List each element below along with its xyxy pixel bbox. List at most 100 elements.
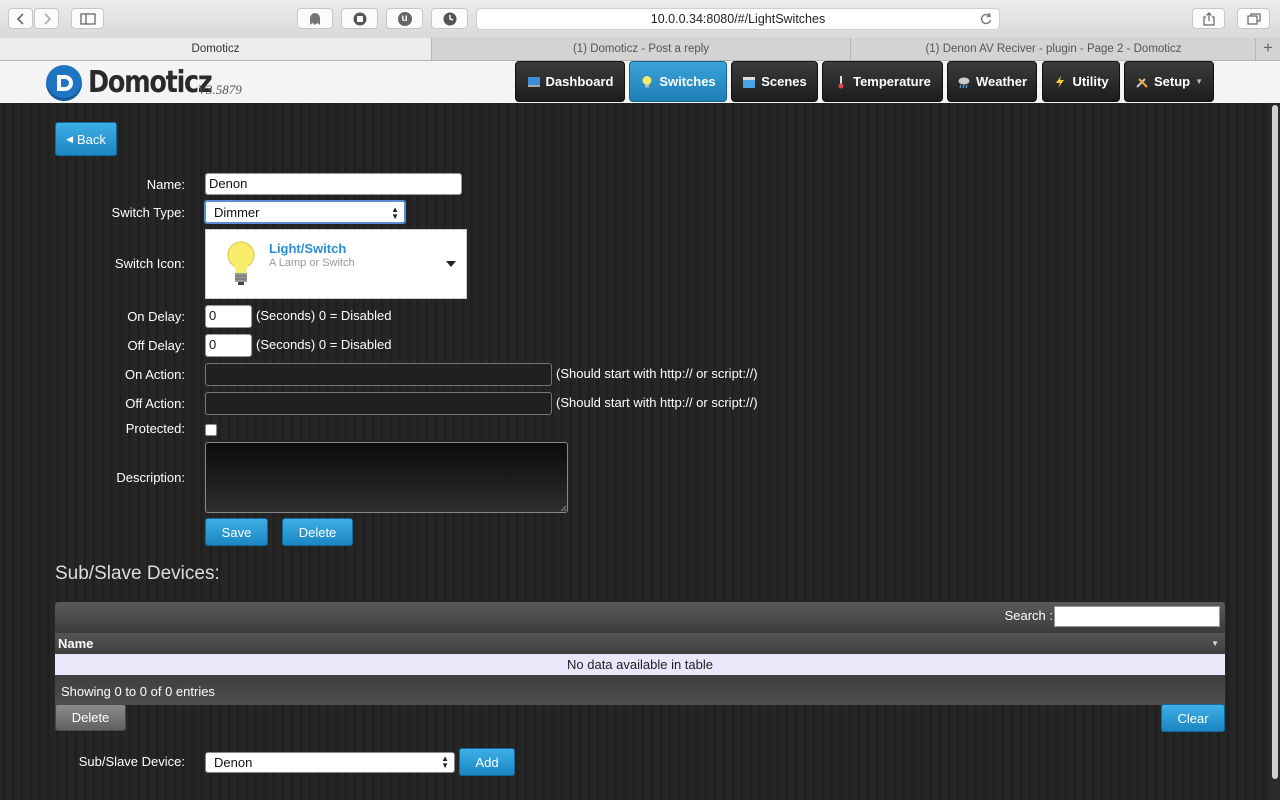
- nav-temperature[interactable]: Temperature: [822, 61, 943, 102]
- lightbulb-icon: [642, 75, 652, 87]
- hand-extension-button[interactable]: [341, 8, 378, 29]
- nav-utility[interactable]: Utility: [1042, 61, 1120, 102]
- switch-icon-picker[interactable]: Light/Switch A Lamp or Switch: [205, 229, 467, 299]
- description-label: Description:: [116, 470, 185, 485]
- browser-toolbar: u 10.0.0.34:8080/#/LightSwitches: [0, 0, 1280, 39]
- tab-overview-button[interactable]: [1237, 8, 1270, 29]
- off-delay-hint: (Seconds) 0 = Disabled: [256, 337, 392, 352]
- chevron-left-icon: [16, 12, 24, 25]
- search-input[interactable]: [1054, 606, 1220, 627]
- cloud-rain-icon: [958, 77, 970, 88]
- icon-subtitle: A Lamp or Switch: [269, 257, 355, 269]
- page-scrollbar[interactable]: [1270, 103, 1280, 800]
- off-delay-label: Off Delay:: [127, 338, 185, 353]
- column-name-label: Name: [58, 636, 94, 651]
- dashboard-icon: [527, 76, 540, 87]
- subdevice-label: Sub/Slave Device:: [78, 754, 185, 769]
- name-input[interactable]: Denon: [205, 173, 462, 195]
- domoticz-logo-icon: [46, 65, 82, 101]
- nav-label: Setup: [1153, 74, 1191, 89]
- tab-label: (1) Denon AV Reciver - plugin - Page 2 -…: [925, 43, 1182, 55]
- table-header-name[interactable]: Name ▼: [55, 633, 1225, 654]
- sidebar-toggle-button[interactable]: [71, 8, 104, 29]
- new-tab-button[interactable]: +: [1255, 38, 1280, 60]
- share-icon: [1202, 11, 1215, 26]
- ublock-icon: u: [397, 11, 412, 26]
- clapperboard-icon: [743, 76, 756, 88]
- search-label: Search :: [1004, 608, 1053, 623]
- sort-desc-icon: ▼: [1211, 639, 1219, 648]
- tab-domoticz[interactable]: Domoticz: [0, 38, 431, 60]
- select-arrows-icon: ▲ ▼: [441, 754, 449, 770]
- clock-extension-button[interactable]: [431, 8, 468, 29]
- off-action-input[interactable]: [205, 392, 552, 415]
- add-button[interactable]: Add: [459, 748, 515, 776]
- back-label: Back: [77, 131, 106, 147]
- logo-text: Domoticz: [88, 65, 213, 100]
- subdevice-delete-button[interactable]: Delete: [55, 704, 126, 731]
- ghost-icon: [310, 12, 320, 25]
- ghost-extension-button[interactable]: [297, 8, 333, 29]
- nav-switches[interactable]: Switches: [629, 61, 727, 102]
- table-toolbar: Search :: [55, 602, 1225, 633]
- share-button[interactable]: [1192, 8, 1225, 29]
- on-delay-input[interactable]: 0: [205, 305, 252, 328]
- nav-scenes[interactable]: Scenes: [731, 61, 818, 102]
- nav-label: Utility: [1072, 74, 1109, 89]
- caret-down-icon[interactable]: [446, 261, 456, 267]
- nav-weather[interactable]: Weather: [947, 61, 1037, 102]
- table-info-text: Showing 0 to 0 of 0 entries: [61, 684, 215, 699]
- address-bar[interactable]: 10.0.0.34:8080/#/LightSwitches: [476, 8, 1000, 30]
- select-arrows-icon: ▲ ▼: [391, 205, 399, 221]
- url-text: 10.0.0.34:8080/#/LightSwitches: [650, 12, 826, 26]
- back-button[interactable]: ◀ Back: [55, 122, 117, 156]
- version-text: V3.5879: [198, 82, 242, 97]
- nav-label: Weather: [975, 74, 1028, 89]
- delete-button[interactable]: Delete: [282, 518, 353, 546]
- switch-type-value: Dimmer: [214, 205, 260, 220]
- off-action-label: Off Action:: [125, 396, 185, 411]
- table-info: Showing 0 to 0 of 0 entries: [55, 675, 1225, 705]
- tools-icon: [1136, 77, 1148, 88]
- forward-nav-button[interactable]: [34, 8, 59, 29]
- subdevice-select[interactable]: Denon ▲ ▼: [205, 752, 455, 773]
- tab-label: (1) Domoticz - Post a reply: [572, 43, 710, 55]
- description-textarea[interactable]: [205, 442, 568, 513]
- thermometer-icon: [838, 75, 844, 88]
- nav-setup[interactable]: Setup ▼: [1124, 61, 1214, 102]
- on-action-input[interactable]: [205, 363, 552, 386]
- tab-bar: Domoticz (1) Domoticz - Post a reply (1)…: [0, 38, 1280, 61]
- name-label: Name:: [146, 177, 185, 192]
- tab-post-reply[interactable]: (1) Domoticz - Post a reply: [431, 38, 850, 60]
- switch-type-label: Switch Type:: [111, 205, 185, 220]
- resize-handle-icon[interactable]: [560, 505, 567, 512]
- on-delay-label: On Delay:: [127, 309, 185, 324]
- tab-label: Domoticz: [191, 43, 240, 55]
- switch-type-select[interactable]: Dimmer ▲ ▼: [204, 200, 406, 224]
- sidebar-icon: [79, 12, 96, 25]
- scrollbar-thumb[interactable]: [1272, 105, 1278, 779]
- app-header: Domoticz V3.5879 Dashboard Switches Scen…: [0, 61, 1280, 104]
- nav-label: Temperature: [853, 74, 931, 89]
- back-nav-button[interactable]: [8, 8, 33, 29]
- nav-dashboard[interactable]: Dashboard: [515, 61, 625, 102]
- on-action-label: On Action:: [125, 367, 185, 382]
- hand-icon: [353, 12, 366, 25]
- on-delay-hint: (Seconds) 0 = Disabled: [256, 308, 392, 323]
- protected-checkbox[interactable]: [205, 424, 217, 436]
- lightbulb-icon: [227, 241, 255, 285]
- off-delay-input[interactable]: 0: [205, 334, 252, 357]
- save-button[interactable]: Save: [205, 518, 268, 546]
- subdevices-title: Sub/Slave Devices:: [55, 563, 220, 584]
- triangle-left-icon: ◀: [66, 133, 73, 144]
- ublock-extension-button[interactable]: u: [386, 8, 423, 29]
- tabs-icon: [1246, 12, 1261, 25]
- on-action-hint: (Should start with http:// or script://): [556, 366, 758, 381]
- clear-button[interactable]: Clear: [1161, 704, 1225, 732]
- subdevice-select-value: Denon: [214, 755, 253, 770]
- reload-icon[interactable]: [980, 12, 993, 26]
- off-action-hint: (Should start with http:// or script://): [556, 395, 758, 410]
- nav-label: Scenes: [761, 74, 807, 89]
- caret-down-icon: ▼: [1195, 77, 1204, 86]
- tab-denon-plugin[interactable]: (1) Denon AV Reciver - plugin - Page 2 -…: [850, 38, 1256, 60]
